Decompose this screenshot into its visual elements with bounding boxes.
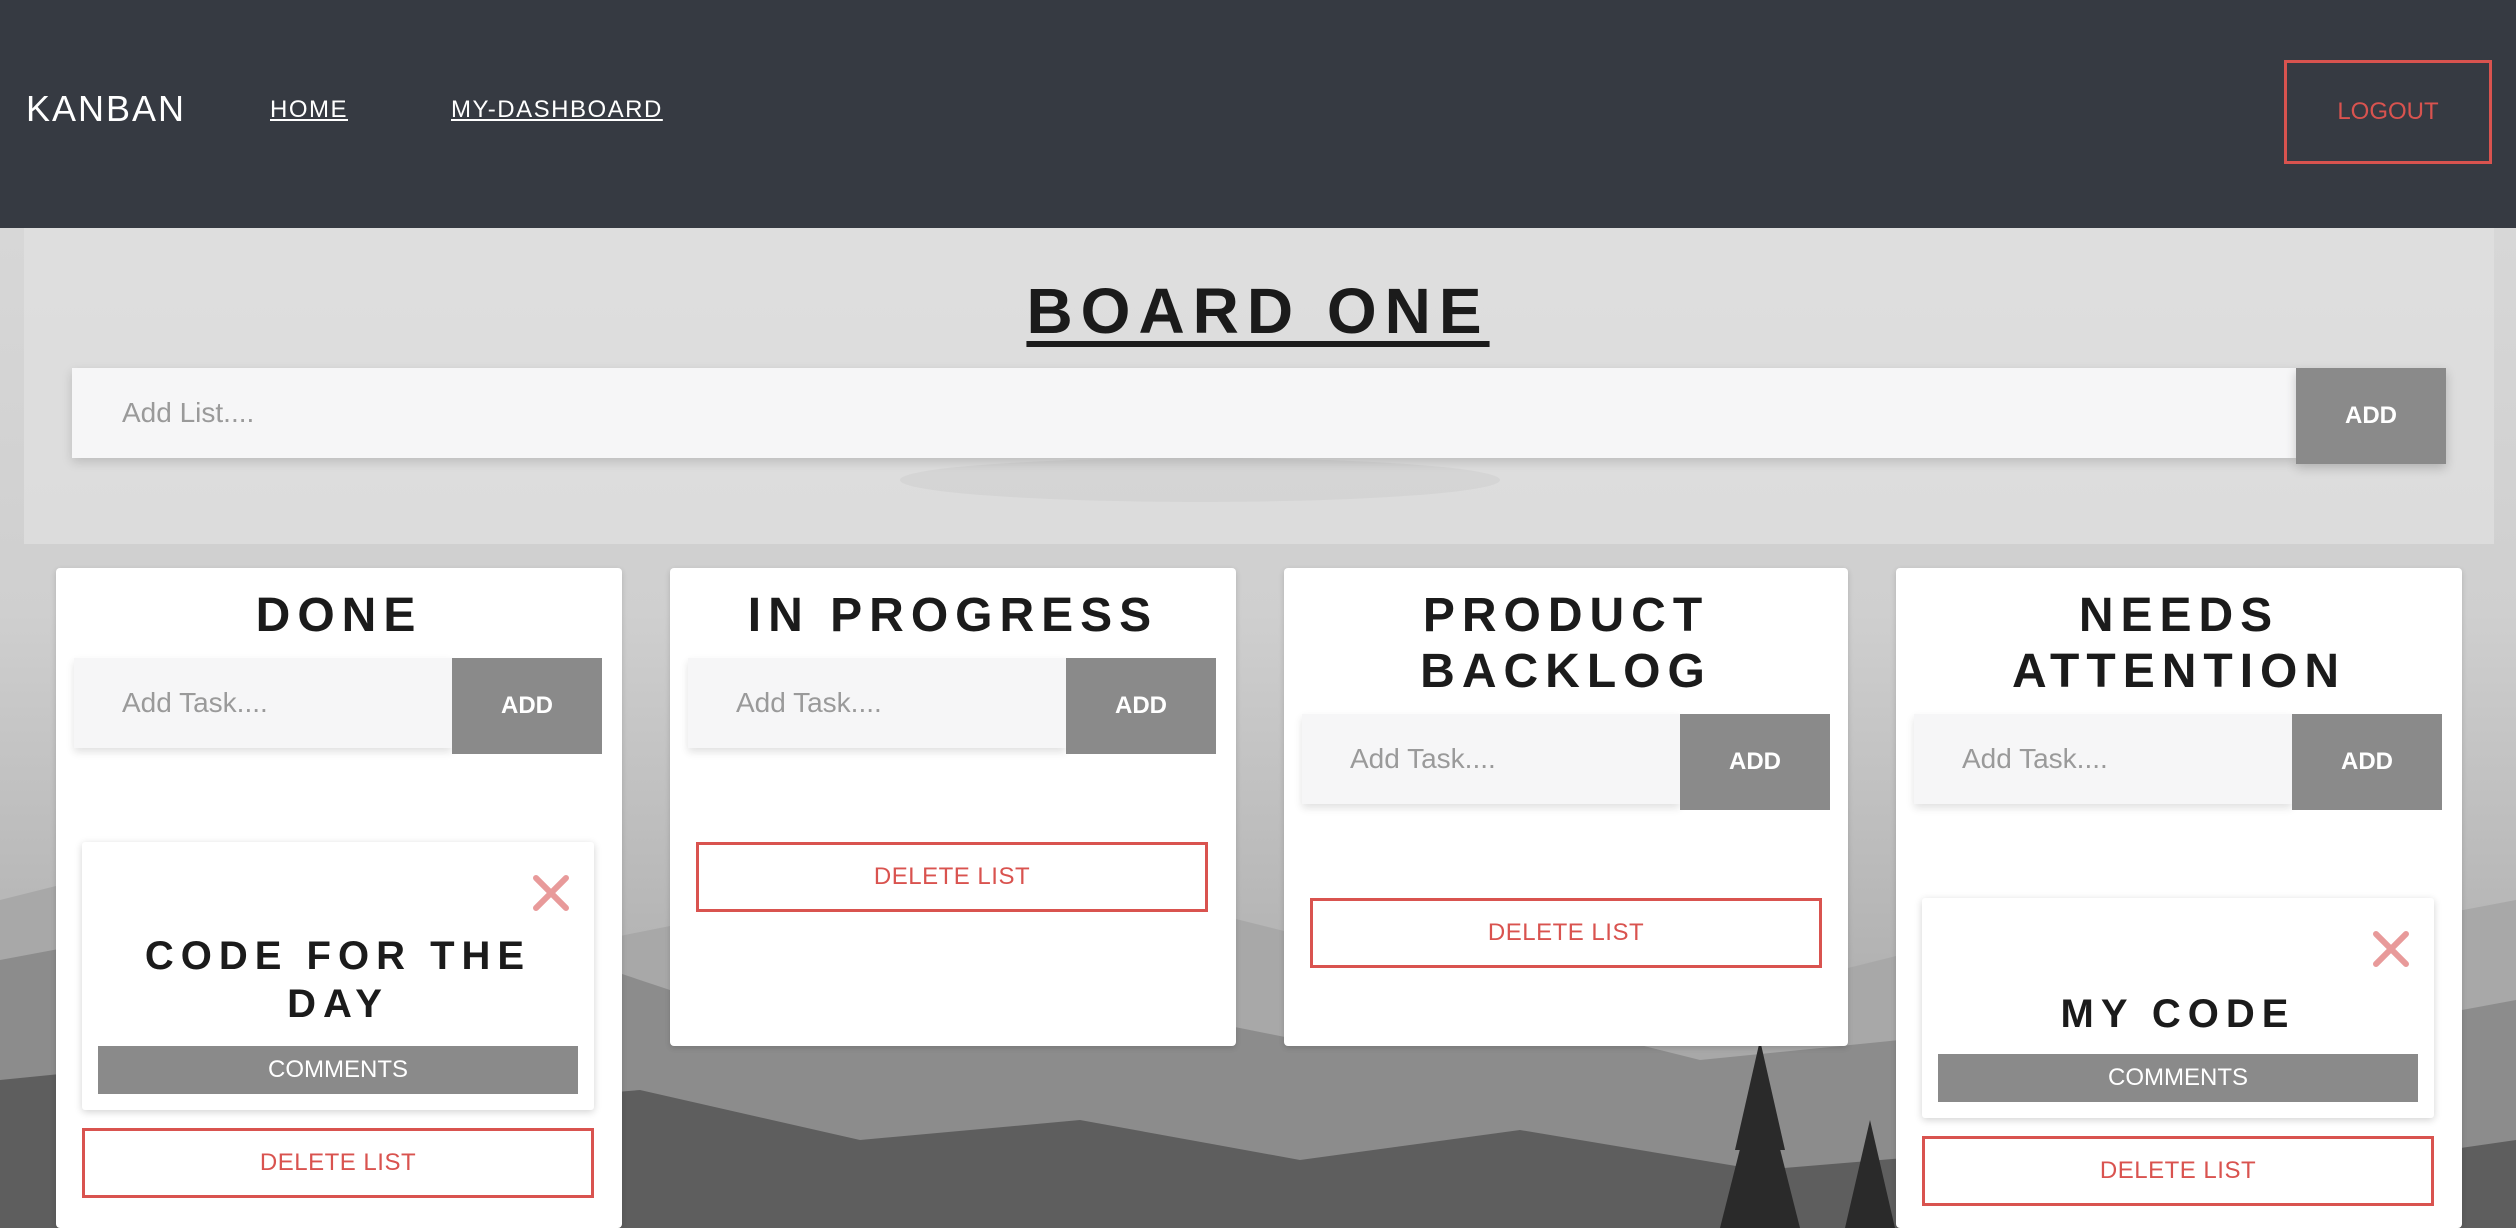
task-card[interactable]: MY CODE COMMENTS <box>1922 898 2434 1118</box>
list-title-line: ATTENTION <box>2011 645 2347 698</box>
list-title-line: BACKLOG <box>1420 645 1712 698</box>
add-task-input[interactable] <box>1302 714 1680 804</box>
task-title-line: CODE FOR THE <box>144 934 532 978</box>
add-task-button[interactable]: ADD <box>1680 714 1830 810</box>
list-title: PRODUCT BACKLOG <box>1284 588 1848 700</box>
task-title-line: DAY <box>287 982 389 1026</box>
add-task-input[interactable] <box>1914 714 2292 804</box>
brand-logo[interactable]: KANBAN <box>26 88 186 130</box>
add-task-input[interactable] <box>74 658 452 748</box>
add-task-input[interactable] <box>688 658 1066 748</box>
close-icon[interactable] <box>2370 928 2412 970</box>
comments-button[interactable]: COMMENTS <box>98 1046 578 1094</box>
list-title: NEEDS ATTENTION <box>1896 588 2462 700</box>
list-title-line: PRODUCT <box>1422 589 1710 642</box>
add-task-button[interactable]: ADD <box>1066 658 1216 754</box>
add-task-button[interactable]: ADD <box>452 658 602 754</box>
list-needs-attention: NEEDS ATTENTION ADD MY CODE COMMENTS DEL… <box>1896 568 2462 1228</box>
delete-list-button[interactable]: DELETE LIST <box>1922 1136 2434 1206</box>
list-in-progress: IN PROGRESS ADD DELETE LIST <box>670 568 1236 1046</box>
delete-list-button[interactable]: DELETE LIST <box>696 842 1208 912</box>
task-title-line: MY CODE <box>2060 992 2296 1036</box>
task-title: MY CODE <box>1922 990 2434 1038</box>
board-title: BOARD ONE <box>1026 275 1490 347</box>
task-title: CODE FOR THE DAY <box>82 932 594 1028</box>
list-title: DONE <box>56 588 622 644</box>
list-title-line: IN PROGRESS <box>747 589 1159 642</box>
list-title: IN PROGRESS <box>670 588 1236 644</box>
close-icon[interactable] <box>530 872 572 914</box>
list-title-line: NEEDS <box>2078 589 2280 642</box>
add-list-button[interactable]: ADD <box>2296 368 2446 464</box>
list-title-line: DONE <box>255 589 423 642</box>
nav-link-home[interactable]: HOME <box>270 96 348 124</box>
nav-link-my-dashboard[interactable]: MY-DASHBOARD <box>451 96 663 124</box>
add-task-button[interactable]: ADD <box>2292 714 2442 810</box>
delete-list-button[interactable]: DELETE LIST <box>82 1128 594 1198</box>
list-done: DONE ADD CODE FOR THE DAY COMMENTS DELET… <box>56 568 622 1228</box>
list-product-backlog: PRODUCT BACKLOG ADD DELETE LIST <box>1284 568 1848 1046</box>
task-card[interactable]: CODE FOR THE DAY COMMENTS <box>82 842 594 1110</box>
comments-button[interactable]: COMMENTS <box>1938 1054 2418 1102</box>
logout-button[interactable]: LOGOUT <box>2284 60 2492 164</box>
top-navbar: KANBAN HOME MY-DASHBOARD LOGOUT <box>0 0 2516 228</box>
add-list-input[interactable] <box>72 368 2296 458</box>
delete-list-button[interactable]: DELETE LIST <box>1310 898 1822 968</box>
